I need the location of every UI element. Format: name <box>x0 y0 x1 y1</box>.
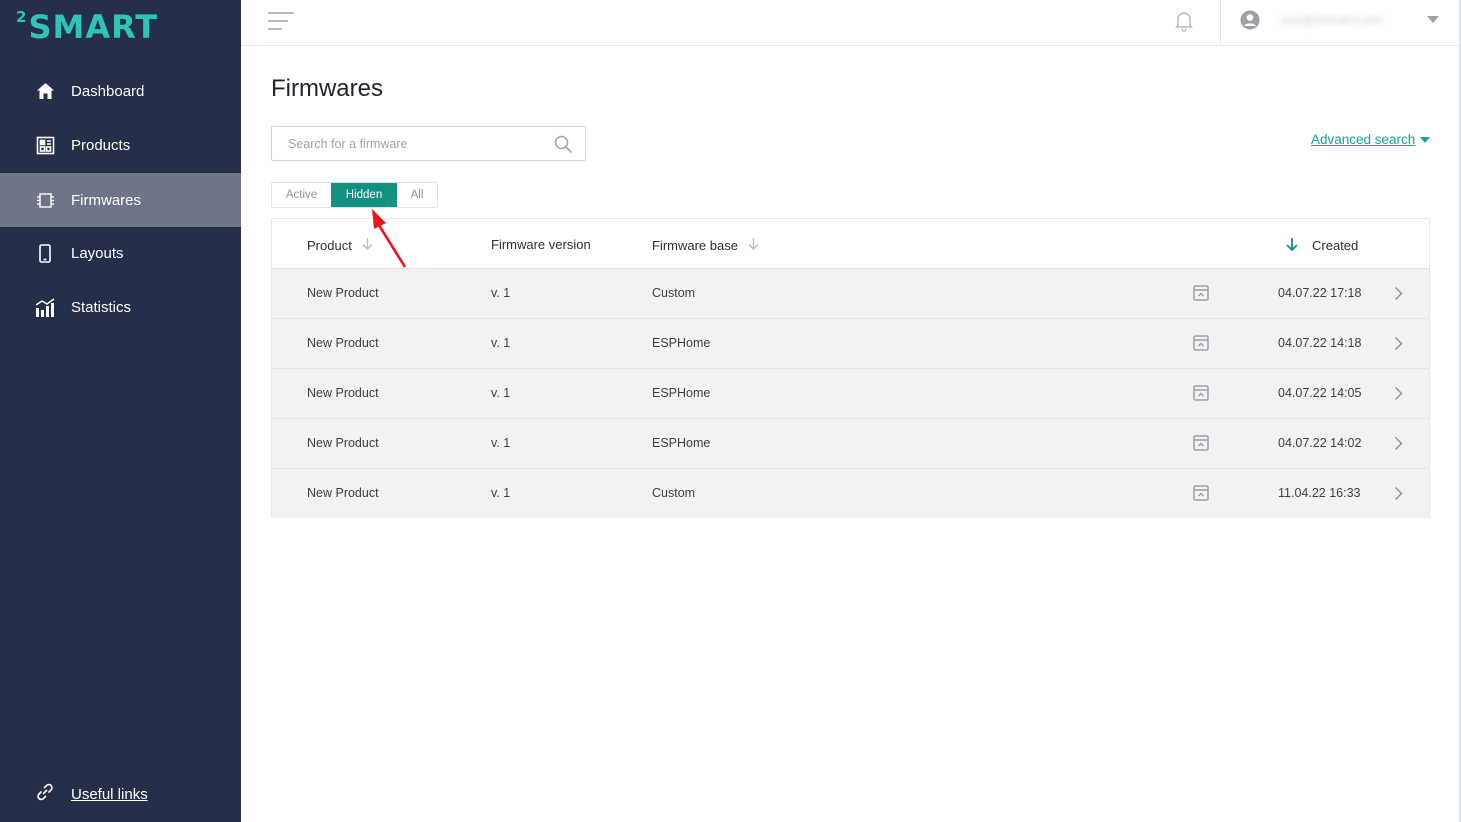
column-header-base[interactable]: Firmware base <box>652 237 759 253</box>
tab-all[interactable]: All <box>397 183 437 207</box>
useful-links-label[interactable]: Useful links <box>71 786 148 803</box>
column-header-label: Firmware base <box>652 237 738 253</box>
chevron-right-icon[interactable] <box>1394 436 1403 454</box>
sidebar-item-dashboard[interactable]: Dashboard <box>0 64 241 118</box>
sidebar-item-label: Dashboard <box>71 82 145 100</box>
topbar-divider <box>1220 0 1221 46</box>
unarchive-icon[interactable] <box>1192 434 1210 455</box>
column-header-label: Created <box>1312 238 1359 253</box>
app-logo[interactable]: 2SMART <box>16 8 158 46</box>
advanced-search-label[interactable]: Advanced search <box>1311 132 1415 147</box>
home-icon <box>35 81 55 101</box>
sidebar-item-label: Firmwares <box>71 191 141 209</box>
sort-arrow-icon[interactable] <box>748 237 759 253</box>
annotation-arrow-icon <box>368 206 410 275</box>
unarchive-icon[interactable] <box>1192 484 1210 505</box>
cell-product: New Product <box>307 486 379 500</box>
table-header: Product Firmware version Firmware base C… <box>272 219 1429 268</box>
chevron-right-icon[interactable] <box>1394 486 1403 504</box>
column-header-created[interactable]: Created <box>1286 237 1358 254</box>
table-row[interactable]: New Product v. 1 Custom 04.07.22 17:18 <box>272 268 1429 318</box>
table-row[interactable]: New Product v. 1 ESPHome 04.07.22 14:02 <box>272 418 1429 468</box>
unarchive-icon[interactable] <box>1192 284 1210 305</box>
sidebar-item-statistics[interactable]: Statistics <box>0 280 241 334</box>
chevron-right-icon[interactable] <box>1394 336 1403 354</box>
cell-version: v. 1 <box>491 336 511 350</box>
cell-base: Custom <box>652 286 696 300</box>
cell-base: Custom <box>652 486 696 500</box>
sidebar-item-label: Statistics <box>71 298 132 316</box>
table-row[interactable]: New Product v. 1 ESPHome 04.07.22 14:05 <box>272 368 1429 418</box>
column-header-label: Product <box>307 237 352 253</box>
sidebar-item-products[interactable]: Products <box>0 118 241 172</box>
cell-version: v. 1 <box>491 436 511 450</box>
chevron-down-icon[interactable] <box>1427 16 1439 23</box>
unarchive-icon[interactable] <box>1192 334 1210 355</box>
topbar: xxx@2smart.com <box>241 0 1459 46</box>
cell-base: ESPHome <box>652 336 711 350</box>
user-email[interactable]: xxx@2smart.com <box>1281 12 1382 27</box>
chevron-right-icon[interactable] <box>1394 386 1403 404</box>
cell-product: New Product <box>307 436 379 450</box>
sidebar-item-firmwares[interactable]: Firmwares <box>0 173 241 227</box>
cell-product: New Product <box>307 286 379 300</box>
cell-created: 04.07.22 17:18 <box>1278 286 1362 300</box>
column-header-version: Firmware version <box>491 237 591 252</box>
cell-base: ESPHome <box>652 436 711 450</box>
page-title: Firmwares <box>271 75 383 102</box>
cell-base: ESPHome <box>652 386 711 400</box>
sidebar-item-label: Layouts <box>71 244 124 262</box>
link-icon <box>35 782 55 806</box>
sidebar-item-layouts[interactable]: Layouts <box>0 226 241 280</box>
tab-hidden[interactable]: Hidden <box>331 183 397 207</box>
search-icon[interactable] <box>554 135 573 159</box>
table-row[interactable]: New Product v. 1 Custom 11.04.22 16:33 <box>272 468 1429 518</box>
filter-tabs: Active Hidden All <box>271 182 438 208</box>
statistics-icon <box>35 297 55 317</box>
column-header-product[interactable]: Product <box>307 237 373 253</box>
phone-icon <box>35 243 55 263</box>
user-avatar-icon[interactable] <box>1240 10 1260 35</box>
caret-down-icon <box>1420 136 1431 143</box>
advanced-search-link[interactable]: Advanced search <box>1311 132 1431 147</box>
firmwares-table: Product Firmware version Firmware base C… <box>271 218 1430 518</box>
chevron-right-icon[interactable] <box>1394 286 1403 304</box>
cell-version: v. 1 <box>491 386 511 400</box>
table-row[interactable]: New Product v. 1 ESPHome 04.07.22 14:18 <box>272 318 1429 368</box>
useful-links[interactable]: Useful links <box>35 782 148 806</box>
cell-created: 04.07.22 14:02 <box>1278 436 1362 450</box>
sort-arrow-icon[interactable] <box>1286 237 1298 254</box>
cell-version: v. 1 <box>491 286 511 300</box>
search-input[interactable] <box>272 127 542 160</box>
cell-product: New Product <box>307 386 379 400</box>
cell-created: 04.07.22 14:05 <box>1278 386 1362 400</box>
unarchive-icon[interactable] <box>1192 384 1210 405</box>
chip-icon <box>35 190 55 210</box>
bell-icon[interactable] <box>1174 10 1194 37</box>
tab-active[interactable]: Active <box>272 183 331 207</box>
cell-product: New Product <box>307 336 379 350</box>
products-icon <box>35 135 55 155</box>
search-box <box>271 126 586 161</box>
sidebar-item-label: Products <box>71 136 131 154</box>
cell-created: 11.04.22 16:33 <box>1278 486 1361 500</box>
cell-created: 04.07.22 14:18 <box>1278 336 1362 350</box>
cell-version: v. 1 <box>491 486 511 500</box>
sidebar: 2SMART Dashboard Products Firmwares Layo… <box>0 0 241 822</box>
menu-toggle-icon[interactable] <box>268 12 294 32</box>
